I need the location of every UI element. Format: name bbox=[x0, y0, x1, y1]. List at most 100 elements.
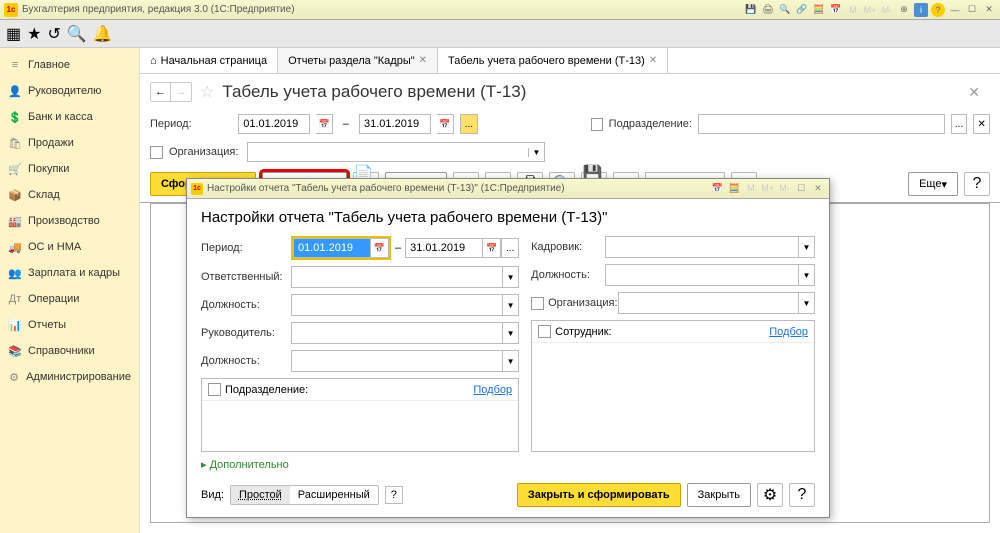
search-icon[interactable]: 🔍 bbox=[778, 3, 792, 17]
m-icon[interactable]: M bbox=[744, 181, 758, 195]
calendar-icon[interactable]: 📅 bbox=[710, 182, 724, 196]
maximize-icon[interactable]: ☐ bbox=[794, 182, 808, 196]
sidebar-item-sales[interactable]: 🛍Продажи bbox=[0, 130, 139, 156]
calc-icon[interactable]: 🧮 bbox=[727, 182, 741, 196]
calendar-icon[interactable]: 📅 bbox=[829, 3, 843, 17]
m-minus-icon[interactable]: M- bbox=[880, 3, 894, 17]
dropdown-icon[interactable]: ▼ bbox=[528, 148, 544, 157]
zoom-in-icon[interactable]: ⊕ bbox=[897, 3, 911, 17]
m-plus-icon[interactable]: M+ bbox=[761, 181, 775, 195]
sidebar-item-main[interactable]: ≡Главное bbox=[0, 52, 139, 78]
calendar-icon[interactable]: 📅 bbox=[371, 238, 389, 258]
help-icon[interactable]: ? bbox=[789, 483, 815, 507]
favorite-icon[interactable]: ★ bbox=[27, 24, 41, 44]
subdivision-combo[interactable] bbox=[698, 114, 945, 134]
close-generate-button[interactable]: Закрыть и сформировать bbox=[517, 483, 681, 507]
manager-combo[interactable]: ▼ bbox=[291, 322, 519, 344]
view-simple-button[interactable]: Простой bbox=[231, 486, 290, 504]
close-icon[interactable]: ✕ bbox=[982, 3, 996, 17]
page-close-icon[interactable]: ✕ bbox=[968, 84, 990, 101]
calendar-icon[interactable]: 📅 bbox=[483, 238, 501, 258]
calendar-icon[interactable]: 📅 bbox=[437, 114, 454, 134]
subdivision-checkbox[interactable] bbox=[208, 383, 221, 396]
responsible-combo[interactable]: ▼ bbox=[291, 266, 519, 288]
titlebar-icons: 💾 🖨 🔍 🔗 🧮 📅 M M+ M- ⊕ i ? — ☐ ✕ bbox=[744, 3, 996, 17]
position3-combo[interactable]: ▼ bbox=[605, 264, 815, 286]
tab-home[interactable]: ⌂Начальная страница bbox=[140, 48, 278, 73]
tab-timesheet[interactable]: Табель учета рабочего времени (Т-13)✕ bbox=[438, 48, 668, 73]
date-to-input[interactable]: 31.01.2019 bbox=[359, 114, 431, 134]
dropdown-icon[interactable]: ▼ bbox=[502, 323, 518, 343]
close-button[interactable]: Закрыть bbox=[687, 483, 751, 507]
view-help-icon[interactable]: ? bbox=[385, 486, 403, 504]
tab-hr-reports[interactable]: Отчеты раздела "Кадры"✕ bbox=[278, 48, 438, 73]
dropdown-icon[interactable]: ▼ bbox=[798, 293, 814, 313]
filter-icon[interactable]: ⚙ bbox=[757, 483, 783, 507]
org-checkbox[interactable] bbox=[150, 146, 163, 159]
clear-button[interactable]: ✕ bbox=[973, 114, 990, 134]
sidebar-item-operations[interactable]: ДтОперации bbox=[0, 286, 139, 312]
position-combo[interactable]: ▼ bbox=[291, 294, 519, 316]
date-to-input[interactable]: 31.01.2019 bbox=[405, 238, 483, 258]
favorite-star-icon[interactable]: ☆ bbox=[200, 82, 214, 102]
history-icon[interactable]: ↺ bbox=[47, 24, 60, 44]
ellipsis-button[interactable]: ... bbox=[951, 114, 968, 134]
sidebar-item-assets[interactable]: 🚚ОС и НМА bbox=[0, 234, 139, 260]
notifications-icon[interactable]: 🔔 bbox=[93, 24, 113, 44]
sidebar-item-warehouse[interactable]: 📦Склад bbox=[0, 182, 139, 208]
sidebar-item-manager[interactable]: 👤Руководителю bbox=[0, 78, 139, 104]
nav-forward-icon[interactable]: → bbox=[171, 83, 191, 101]
m-minus-icon[interactable]: M- bbox=[777, 181, 791, 195]
calc-icon[interactable]: 🧮 bbox=[812, 3, 826, 17]
period-picker-button[interactable]: ... bbox=[460, 114, 478, 134]
tab-close-icon[interactable]: ✕ bbox=[649, 55, 657, 66]
sidebar-label: Операции bbox=[28, 293, 79, 305]
sidebar-item-ref[interactable]: 📚Справочники bbox=[0, 338, 139, 364]
sidebar-item-production[interactable]: 🏭Производство bbox=[0, 208, 139, 234]
dialog-titlebar: 1c Настройки отчета "Табель учета рабоче… bbox=[187, 179, 829, 199]
subdivision-checkbox[interactable] bbox=[591, 118, 603, 131]
maximize-icon[interactable]: ☐ bbox=[965, 3, 979, 17]
subdivision-label: Подразделение: bbox=[609, 118, 692, 130]
apps-icon[interactable]: ▦ bbox=[6, 24, 21, 44]
dropdown-icon[interactable]: ▼ bbox=[798, 265, 814, 285]
position2-combo[interactable]: ▼ bbox=[291, 350, 519, 372]
org-combo[interactable]: ▼ bbox=[618, 292, 815, 314]
dropdown-icon[interactable]: ▼ bbox=[502, 351, 518, 371]
org-checkbox[interactable] bbox=[531, 297, 544, 310]
org-combo[interactable]: ▼ bbox=[247, 142, 545, 162]
select-link[interactable]: Подбор bbox=[473, 384, 512, 396]
calendar-icon[interactable]: 📅 bbox=[316, 114, 333, 134]
view-advanced-button[interactable]: Расширенный bbox=[290, 486, 378, 504]
save-icon[interactable]: 💾 bbox=[744, 3, 758, 17]
help-icon[interactable]: ? bbox=[931, 3, 945, 17]
date-from-input[interactable]: 01.01.2019 bbox=[293, 238, 371, 258]
dropdown-icon[interactable]: ▼ bbox=[502, 267, 518, 287]
dropdown-icon[interactable]: ▼ bbox=[798, 237, 814, 257]
date-from-input[interactable]: 01.01.2019 bbox=[238, 114, 310, 134]
more-toggle[interactable]: Дополнительно bbox=[201, 452, 815, 477]
sidebar-item-reports[interactable]: 📊Отчеты bbox=[0, 312, 139, 338]
hr-combo[interactable]: ▼ bbox=[605, 236, 815, 258]
search-global-icon[interactable]: 🔍 bbox=[67, 24, 87, 44]
select-link[interactable]: Подбор bbox=[769, 326, 808, 338]
subdivision-label: Подразделение: bbox=[225, 384, 308, 396]
sidebar-item-admin[interactable]: ⚙Администрирование bbox=[0, 364, 139, 390]
help-icon[interactable]: ? bbox=[964, 172, 990, 196]
sidebar-item-hr[interactable]: 👥Зарплата и кадры bbox=[0, 260, 139, 286]
period-picker-button[interactable]: ... bbox=[501, 238, 519, 258]
nav-back-icon[interactable]: ← bbox=[151, 83, 171, 101]
m-icon[interactable]: M bbox=[846, 3, 860, 17]
employee-checkbox[interactable] bbox=[538, 325, 551, 338]
sidebar-item-purchases[interactable]: 🛒Покупки bbox=[0, 156, 139, 182]
dropdown-icon[interactable]: ▼ bbox=[502, 295, 518, 315]
tab-close-icon[interactable]: ✕ bbox=[419, 55, 427, 66]
m-plus-icon[interactable]: M+ bbox=[863, 3, 877, 17]
sidebar-item-bank[interactable]: 💲Банк и касса bbox=[0, 104, 139, 130]
close-icon[interactable]: ✕ bbox=[811, 182, 825, 196]
more-button[interactable]: Еще ▾ bbox=[908, 172, 958, 196]
minimize-icon[interactable]: — bbox=[948, 3, 962, 17]
link-icon[interactable]: 🔗 bbox=[795, 3, 809, 17]
info-icon[interactable]: i bbox=[914, 3, 928, 17]
print-icon[interactable]: 🖨 bbox=[761, 3, 775, 17]
